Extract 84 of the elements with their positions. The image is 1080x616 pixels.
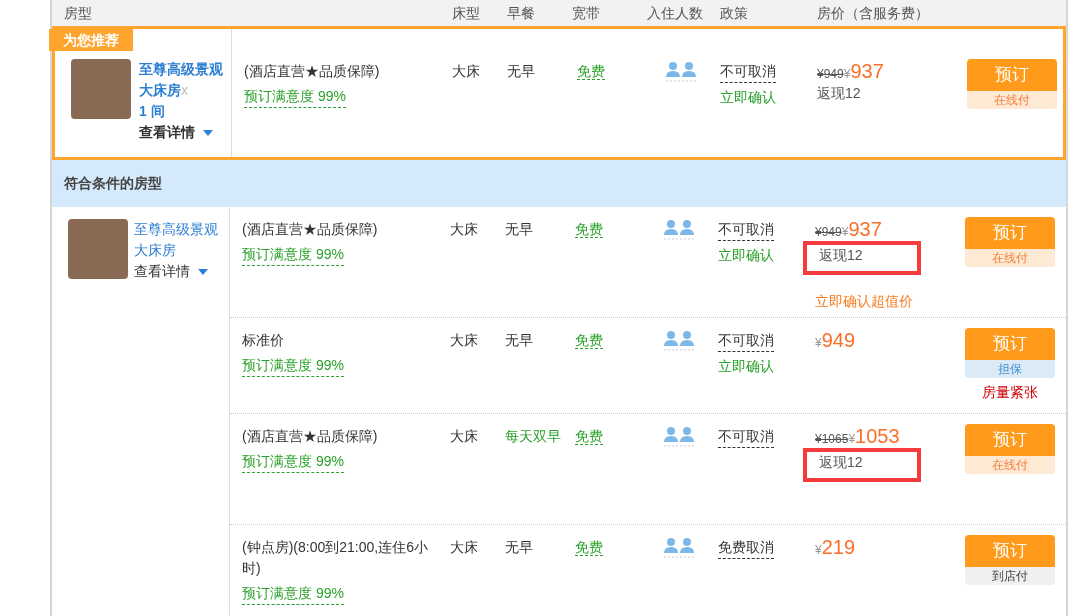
original-price: ¥949 xyxy=(815,224,842,241)
guests-icon xyxy=(663,219,695,241)
book-button[interactable]: 预订 xyxy=(965,424,1055,456)
column-header: 房型 xyxy=(64,4,92,21)
currency: ¥ xyxy=(841,225,849,241)
currency: ¥ xyxy=(815,336,822,352)
column-header: 房价（含服务费） xyxy=(817,4,929,21)
payment-type: 在线付 xyxy=(965,249,1055,267)
guests-icon xyxy=(663,330,695,352)
recommended-badge: 为您推荐 xyxy=(49,29,133,51)
price: 937 xyxy=(850,61,884,81)
column-header: 早餐 xyxy=(507,4,535,21)
column-header: 宽带 xyxy=(572,4,600,21)
wifi-link[interactable]: 免费 xyxy=(577,63,605,80)
book-button[interactable]: 预订 xyxy=(965,328,1055,360)
original-price: ¥1065 xyxy=(815,431,849,448)
promo-text: 立即确认超值价 xyxy=(815,292,913,311)
stock-warning: 房量紧张 xyxy=(982,383,1038,402)
cancel-policy[interactable]: 不可取消 xyxy=(720,61,776,83)
wifi-link[interactable]: 免费 xyxy=(575,332,603,349)
cancel-policy[interactable]: 不可取消 xyxy=(718,426,774,448)
guests-icon xyxy=(663,537,695,559)
rate-title: (酒店直营★品质保障) xyxy=(242,427,379,446)
cashback: 返现12 xyxy=(819,454,863,470)
instant-confirm: 立即确认 xyxy=(720,88,776,107)
room-quantity[interactable]: 1 间 xyxy=(139,101,231,122)
breakfast: 每天双早 xyxy=(505,428,561,444)
bed-type: 大床 xyxy=(450,428,478,444)
photo-placeholder xyxy=(68,219,128,279)
instant-confirm: 立即确认 xyxy=(718,357,774,376)
bed-type: 大床 xyxy=(450,221,478,237)
room-name[interactable]: 至尊高级景观大床房 xyxy=(134,219,229,261)
rate-title: (酒店直营★品质保障) xyxy=(242,220,379,239)
section-title: 符合条件的房型 xyxy=(64,174,162,193)
guests-icon xyxy=(665,61,697,83)
cancel-policy[interactable]: 不可取消 xyxy=(718,330,774,352)
book-button[interactable]: 预订 xyxy=(965,217,1055,249)
bed-type: 大床 xyxy=(450,539,478,555)
cashback: 返现12 xyxy=(817,84,861,103)
rate-title: (钟点房)(8:00到21:00,连住6小时) xyxy=(242,538,429,578)
price: 219 xyxy=(821,537,856,557)
cancel-policy[interactable]: 免费取消 xyxy=(718,537,774,559)
column-header: 入住人数 xyxy=(647,4,703,21)
rate-title: 标准价 xyxy=(242,331,285,350)
instant-confirm: 立即确认 xyxy=(718,246,774,265)
breakfast: 无早 xyxy=(505,539,533,555)
cashback: 返现12 xyxy=(819,247,863,263)
price: 949 xyxy=(821,330,856,350)
cancel-policy[interactable]: 不可取消 xyxy=(718,219,774,241)
caret-icon xyxy=(203,130,213,137)
price: 937 xyxy=(848,219,882,239)
caret-icon xyxy=(198,269,208,276)
wifi-link[interactable]: 免费 xyxy=(575,539,603,556)
satisfaction-link[interactable]: 预订满意度 99% xyxy=(242,451,344,473)
payment-type: 担保 xyxy=(965,360,1055,378)
breakfast: 无早 xyxy=(507,63,535,79)
satisfaction-link[interactable]: 预订满意度 99% xyxy=(244,86,346,108)
bed-type: 大床 xyxy=(450,332,478,348)
details-link[interactable]: 查看详情 xyxy=(139,122,231,143)
payment-type: 到店付 xyxy=(965,567,1055,585)
payment-type: 在线付 xyxy=(965,456,1055,474)
book-button[interactable]: 预订 xyxy=(965,535,1055,567)
room-name[interactable]: 至尊高级景观大床房x xyxy=(139,59,231,101)
rate-title: (酒店直营★品质保障) xyxy=(244,62,381,81)
column-header: 床型 xyxy=(452,4,480,21)
currency: ¥ xyxy=(843,67,851,83)
bed-type: 大床 xyxy=(452,63,480,79)
satisfaction-link[interactable]: 预订满意度 99% xyxy=(242,244,344,266)
currency: ¥ xyxy=(815,543,822,559)
satisfaction-link[interactable]: 预订满意度 99% xyxy=(242,355,344,377)
breakfast: 无早 xyxy=(505,332,533,348)
wifi-link[interactable]: 免费 xyxy=(575,221,603,238)
satisfaction-link[interactable]: 预订满意度 99% xyxy=(242,583,344,605)
wifi-link[interactable]: 免费 xyxy=(575,428,603,445)
details-link[interactable]: 查看详情 xyxy=(134,261,229,282)
column-header: 政策 xyxy=(720,4,748,21)
book-button[interactable]: 预订 xyxy=(967,59,1057,91)
guests-icon xyxy=(663,426,695,448)
price: 1053 xyxy=(855,426,900,446)
original-price: ¥949 xyxy=(817,66,844,83)
payment-type: 在线付 xyxy=(967,91,1057,109)
breakfast: 无早 xyxy=(505,221,533,237)
currency: ¥ xyxy=(848,432,856,448)
photo-placeholder xyxy=(71,59,131,119)
